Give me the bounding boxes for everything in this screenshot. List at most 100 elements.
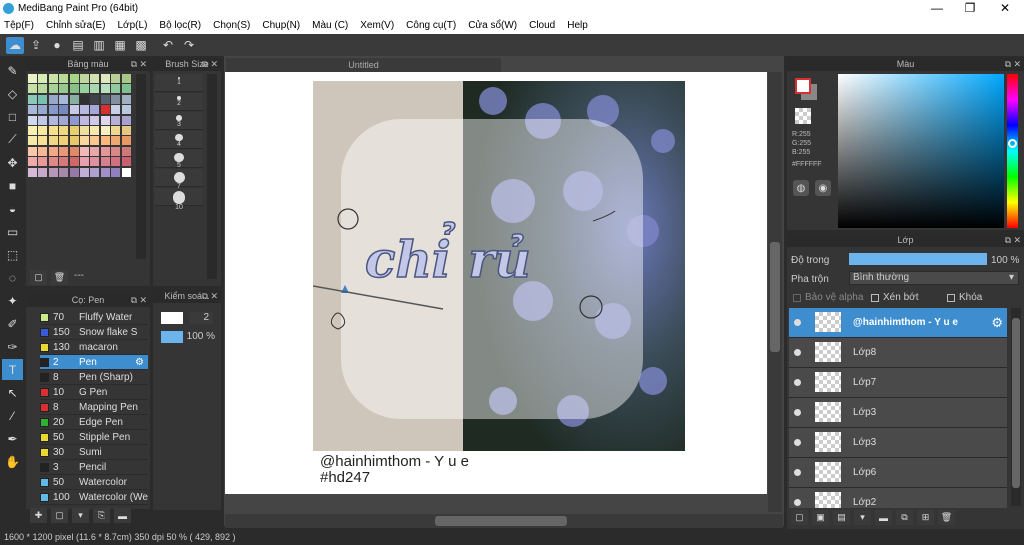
palette-swatch[interactable] <box>80 157 89 167</box>
dot-tool-icon[interactable]: ⟋ <box>2 129 23 150</box>
palette-swatch[interactable] <box>80 84 89 94</box>
palette-swatch[interactable] <box>69 157 79 167</box>
palette-swatch[interactable] <box>100 94 110 104</box>
brush-item[interactable]: 2 Pen ⚙ <box>40 355 148 370</box>
shape-tool-icon[interactable]: □ <box>2 106 23 127</box>
palette-swatch[interactable] <box>59 74 69 83</box>
palette-swatch[interactable] <box>111 115 121 125</box>
gradient-tool-icon[interactable]: ▭ <box>2 221 23 242</box>
palette-swatch[interactable] <box>121 84 131 94</box>
close-icon[interactable]: ✕ <box>139 294 147 307</box>
layer-row[interactable]: Lớp7 <box>789 368 1007 398</box>
palette-swatch[interactable] <box>28 136 37 146</box>
brush-item[interactable]: 8 Pen (Sharp) <box>40 370 148 385</box>
palette-swatch[interactable] <box>48 74 58 83</box>
palette-swatch[interactable] <box>38 105 48 115</box>
layer-opacity-slider[interactable] <box>849 253 987 265</box>
redo-icon[interactable]: ↷ <box>180 37 198 54</box>
palette-swatch[interactable] <box>48 84 58 94</box>
brush-item[interactable]: 50 Stipple Pen <box>40 430 148 445</box>
layer-row[interactable]: Lớp3 <box>789 398 1007 428</box>
hue-slider-handle[interactable] <box>1008 139 1017 148</box>
palette-swatch[interactable] <box>69 126 79 135</box>
vertical-scroll-thumb[interactable] <box>770 242 780 352</box>
visibility-eye-icon[interactable] <box>794 409 801 416</box>
palette-swatch[interactable] <box>28 157 37 167</box>
palette-swatch[interactable] <box>90 136 100 146</box>
grid-view-icon[interactable]: ▦ <box>111 37 129 54</box>
foreground-color-swatch[interactable] <box>795 78 811 94</box>
brush-size-item[interactable]: 3 <box>155 112 203 130</box>
palette-swatch[interactable] <box>38 84 48 94</box>
palette-swatch[interactable] <box>100 115 110 125</box>
brush-item[interactable]: 10 G Pen <box>40 385 148 400</box>
palette-swatch[interactable] <box>59 136 69 146</box>
palette-swatch[interactable] <box>100 167 110 177</box>
operation-tool-icon[interactable]: ↖ <box>2 382 23 403</box>
undo-icon[interactable]: ↶ <box>159 37 177 54</box>
palette-swatch[interactable] <box>100 157 110 167</box>
palette-swatch[interactable] <box>80 105 89 115</box>
menu-cloud[interactable]: Cloud <box>529 20 555 31</box>
palette-swatch[interactable] <box>48 94 58 104</box>
palette-swatch[interactable] <box>111 74 121 83</box>
tab-untitled[interactable]: Untitled <box>226 58 501 72</box>
menu-color[interactable]: Màu (C) <box>312 20 348 31</box>
select-tool-icon[interactable]: ⬚ <box>2 244 23 265</box>
palette-swatch[interactable] <box>69 146 79 156</box>
palette-swatch[interactable] <box>121 167 131 177</box>
hand-tool-icon[interactable]: ✋ <box>2 451 23 472</box>
palette-swatch[interactable] <box>28 74 37 83</box>
text-tool-icon[interactable]: T <box>2 359 23 380</box>
menu-tools[interactable]: Công cụ(T) <box>406 20 456 31</box>
eyedropper-icon[interactable]: ⁄ <box>2 405 23 426</box>
brush-size-item[interactable]: 7 <box>155 169 203 190</box>
saturation-value-field[interactable] <box>838 74 1004 228</box>
brush-item[interactable]: 150 Snow flake S <box>40 325 148 340</box>
gear-icon[interactable]: ⚙ <box>135 357 144 368</box>
gear-icon[interactable]: ⚙ <box>991 315 1003 331</box>
comment-icon[interactable]: ● <box>48 37 66 54</box>
visibility-eye-icon[interactable] <box>794 439 801 446</box>
palette-swatch[interactable] <box>111 136 121 146</box>
palette-swatch[interactable] <box>90 146 100 156</box>
merge-layer-icon[interactable]: ⊞ <box>917 510 934 525</box>
main-color-swatch[interactable] <box>161 312 183 324</box>
new-halftone-layer-icon[interactable]: ▣ <box>812 510 829 525</box>
magic-wand-icon[interactable]: ✦ <box>2 290 23 311</box>
palette-swatch[interactable] <box>59 167 69 177</box>
fill-rect-tool-icon[interactable]: ■ <box>2 175 23 196</box>
brush-item[interactable]: 70 Fluffy Water <box>40 310 148 325</box>
palette-swatch[interactable] <box>100 84 110 94</box>
palette-swatch[interactable] <box>111 84 121 94</box>
palette-swatch[interactable] <box>59 84 69 94</box>
palette-swatch[interactable] <box>48 167 58 177</box>
palette-swatch[interactable] <box>90 84 100 94</box>
palette-swatch[interactable] <box>111 146 121 156</box>
transparent-swatch[interactable] <box>795 108 811 124</box>
palette-swatch[interactable] <box>48 105 58 115</box>
palette-swatch[interactable] <box>59 157 69 167</box>
palette-swatch[interactable] <box>100 105 110 115</box>
palette-swatch[interactable] <box>90 94 100 104</box>
palette-swatch[interactable] <box>90 126 100 135</box>
menu-filter[interactable]: Bộ lọc(R) <box>159 20 201 31</box>
bucket-tool-icon[interactable]: ◒ <box>2 198 23 219</box>
brush-size-scrollbar[interactable] <box>207 74 217 279</box>
palette-swatch[interactable] <box>121 136 131 146</box>
palette-swatch[interactable] <box>80 94 89 104</box>
hue-slider[interactable] <box>1007 74 1018 228</box>
palette-swatch[interactable] <box>59 94 69 104</box>
pin-icon[interactable]: ⧉ <box>131 294 137 307</box>
page-icon[interactable]: ▤ <box>69 37 87 54</box>
close-icon[interactable]: ✕ <box>139 58 147 71</box>
palette-swatch[interactable] <box>90 115 100 125</box>
palette-swatch[interactable] <box>69 105 79 115</box>
layer-scroll-thumb[interactable] <box>1012 318 1020 488</box>
palette-swatch[interactable] <box>28 146 37 156</box>
layer-row[interactable]: Lớp2 <box>789 488 1007 508</box>
visibility-eye-icon[interactable] <box>794 499 801 506</box>
palette-scrollbar[interactable] <box>136 74 146 259</box>
checkbox-icon[interactable] <box>947 293 955 302</box>
palette-swatch[interactable] <box>48 146 58 156</box>
